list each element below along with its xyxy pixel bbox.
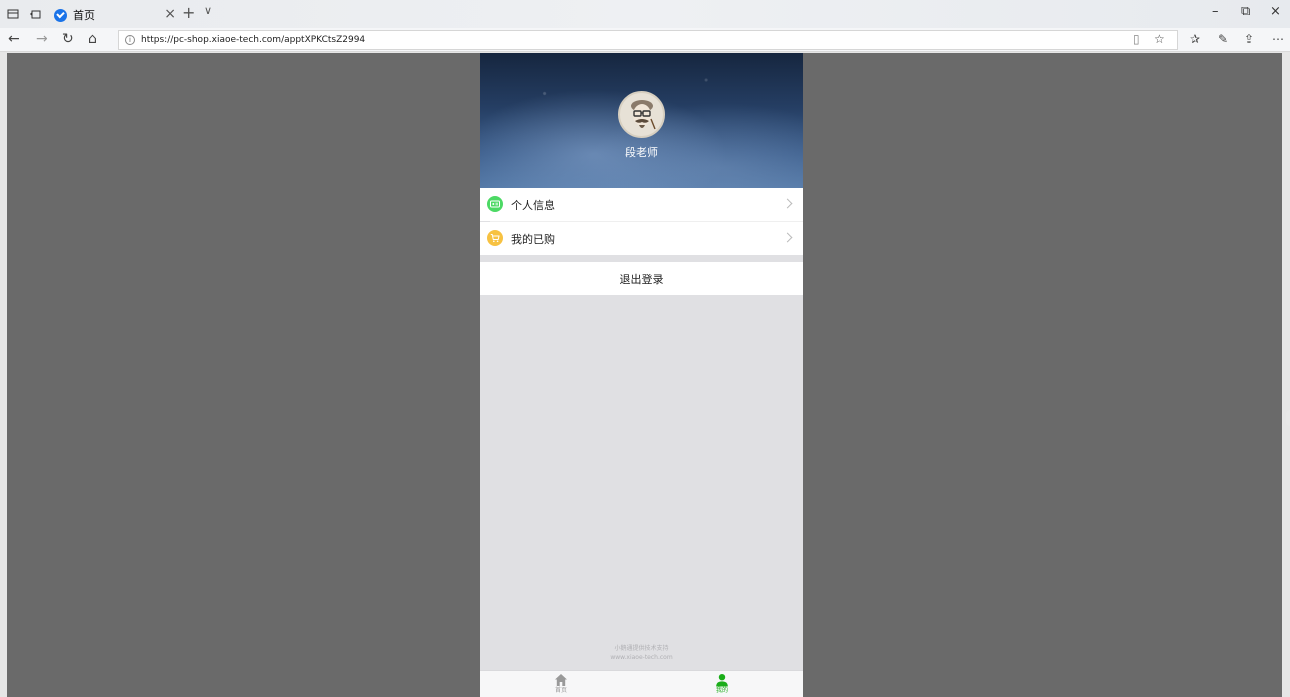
favorite-star-icon[interactable]: ☆ xyxy=(1154,32,1165,46)
page-viewport: 段老师 个人信息 我的已购 退出登录 小鹅通提供技术支持 www.xiaoe-t… xyxy=(7,53,1282,697)
tab-close-icon[interactable]: × xyxy=(164,6,176,22)
set-tabs-aside-icon[interactable] xyxy=(24,3,46,25)
back-icon[interactable]: ← xyxy=(8,31,20,47)
bottom-nav-mine[interactable]: 我的 xyxy=(692,673,752,695)
logout-button[interactable]: 退出登录 xyxy=(480,262,803,295)
more-options-icon[interactable]: ⋯ xyxy=(1272,32,1284,46)
tab-preview-icon[interactable] xyxy=(2,3,24,25)
tab-title: 首页 xyxy=(73,9,95,22)
menu-item-label: 个人信息 xyxy=(511,199,555,212)
new-tab-icon[interactable]: + xyxy=(182,3,195,22)
tab-favicon-icon xyxy=(54,8,67,22)
cart-icon xyxy=(487,230,503,246)
tab-dropdown-icon[interactable]: ∨ xyxy=(204,4,212,17)
chevron-right-icon xyxy=(782,198,793,209)
forward-icon[interactable]: → xyxy=(36,31,48,47)
menu-item-my-purchases[interactable]: 我的已购 xyxy=(480,222,803,255)
bottom-nav-label: 首页 xyxy=(554,687,567,694)
username: 段老师 xyxy=(625,146,658,159)
url-field[interactable]: i https://pc-shop.xiaoe-tech.com/apptXPK… xyxy=(118,30,1178,50)
tab-home[interactable]: 首页 × xyxy=(48,2,180,28)
avatar[interactable] xyxy=(618,91,665,138)
avatar-portrait-icon xyxy=(630,99,656,129)
favorites-list-icon[interactable]: ✰ xyxy=(1190,32,1200,46)
close-window-icon[interactable]: × xyxy=(1270,4,1281,19)
url-text: https://pc-shop.xiaoe-tech.com/apptXPKCt… xyxy=(141,35,366,45)
minimize-icon[interactable]: – xyxy=(1212,4,1219,19)
share-icon[interactable]: ⇪ xyxy=(1244,32,1254,46)
bottom-nav-label: 我的 xyxy=(715,687,728,694)
scroll-edge-indicator xyxy=(1286,410,1290,426)
reading-view-icon[interactable]: ▯ xyxy=(1133,32,1140,46)
browser-address-bar: ← → ↻ ⌂ i https://pc-shop.xiaoe-tech.com… xyxy=(0,28,1290,52)
pen-notes-icon[interactable]: ✎ xyxy=(1218,32,1228,46)
refresh-icon[interactable]: ↻ xyxy=(62,31,74,47)
home-button-icon[interactable]: ⌂ xyxy=(88,31,97,47)
menu-item-personal-info[interactable]: 个人信息 xyxy=(480,188,803,221)
bottom-nav-home[interactable]: 首页 xyxy=(531,673,591,695)
tech-support-note: 小鹅通提供技术支持 www.xiaoe-tech.com xyxy=(480,644,803,662)
chevron-right-icon xyxy=(782,232,793,243)
tech-support-url: www.xiaoe-tech.com xyxy=(610,654,673,661)
tech-support-line: 小鹅通提供技术支持 xyxy=(614,645,669,652)
bottom-nav: 首页 我的 xyxy=(480,670,803,697)
site-info-icon[interactable]: i xyxy=(125,35,135,45)
mobile-page: 段老师 个人信息 我的已购 退出登录 小鹅通提供技术支持 www.xiaoe-t… xyxy=(480,53,803,697)
menu-item-label: 我的已购 xyxy=(511,233,555,246)
profile-header: 段老师 xyxy=(480,53,803,188)
user-icon xyxy=(716,674,728,687)
restore-icon[interactable]: ⧉ xyxy=(1241,4,1250,19)
id-card-icon xyxy=(487,196,503,212)
home-icon xyxy=(555,674,567,686)
browser-tab-bar: 首页 × + ∨ – ⧉ × xyxy=(0,0,1290,28)
